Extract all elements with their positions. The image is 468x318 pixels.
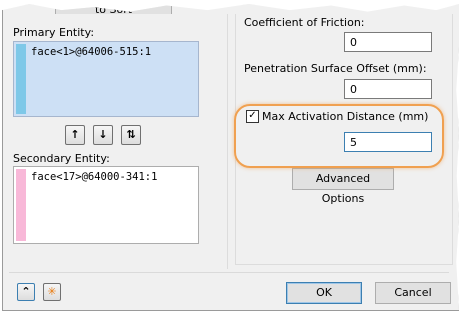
entity-pane: Primary Entity: face<1>@64006-515:1 ↑ ↓ … [9, 14, 228, 269]
cancel-button[interactable]: Cancel [375, 282, 451, 304]
footer-divider [9, 272, 449, 273]
primary-entity-list[interactable]: face<1>@64006-515:1 [13, 41, 199, 117]
secondary-entity-label: Secondary Entity: [13, 152, 110, 165]
penetration-input[interactable]: 0 [344, 79, 432, 99]
secondary-entity-item[interactable]: face<17>@64000-341:1 [31, 171, 157, 183]
swap-icon: ⇅ [126, 128, 136, 141]
reset-icon: ✳ [47, 285, 57, 298]
move-down-button[interactable]: ↓ [93, 125, 113, 145]
collapse-button[interactable]: ⌃ [17, 283, 35, 301]
penetration-label: Penetration Surface Offset (mm): [244, 62, 427, 75]
collapse-icon: ⌃ [21, 285, 31, 298]
secondary-color-swatch [16, 169, 26, 241]
primary-entity-label: Primary Entity: [13, 26, 95, 39]
move-up-icon: ↑ [70, 128, 80, 141]
secondary-entity-list[interactable]: face<17>@64000-341:1 [13, 166, 199, 244]
primary-entity-item[interactable]: face<1>@64006-515:1 [31, 46, 151, 58]
friction-label: Coefficient of Friction: [244, 16, 365, 29]
swap-button[interactable]: ⇅ [121, 125, 141, 145]
ok-button[interactable]: OK [286, 282, 362, 304]
max-activation-highlight [234, 104, 444, 168]
advanced-options-button[interactable]: Advanced Options [292, 168, 394, 205]
friction-input[interactable]: 0 [344, 32, 432, 52]
primary-color-swatch [16, 44, 26, 114]
move-up-button[interactable]: ↑ [65, 125, 85, 145]
move-down-icon: ↓ [98, 128, 108, 141]
reset-button[interactable]: ✳ [43, 283, 61, 301]
